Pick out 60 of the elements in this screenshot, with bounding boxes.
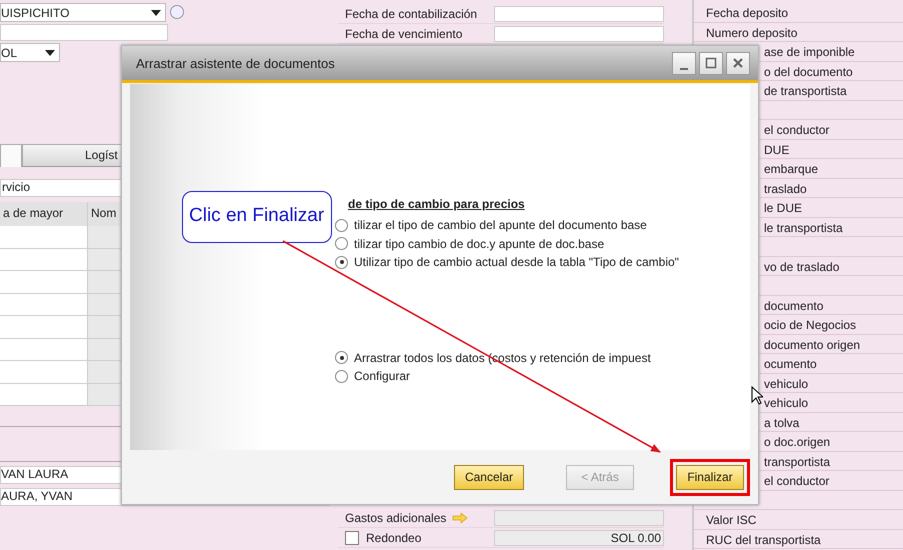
field-label: a tolva bbox=[764, 416, 800, 430]
field-label: documento origen bbox=[764, 338, 860, 352]
field-label: documento bbox=[764, 298, 824, 312]
radio-button[interactable] bbox=[335, 237, 348, 250]
field-label: Fecha deposito bbox=[706, 6, 788, 20]
minimize-icon bbox=[680, 68, 688, 70]
field-label: o del documento bbox=[764, 64, 853, 78]
radio-button[interactable] bbox=[335, 256, 348, 269]
field-label: Fecha de contabilización bbox=[344, 6, 478, 20]
tab[interactable] bbox=[0, 144, 22, 167]
field-label: le DUE bbox=[764, 201, 802, 215]
option-label: Configurar bbox=[354, 369, 410, 384]
field-label: o doc.origen bbox=[764, 435, 830, 449]
maximize-button[interactable] bbox=[699, 52, 723, 74]
partner-dropdown[interactable]: UISPICHITO bbox=[0, 3, 166, 22]
field-label: transportista bbox=[764, 454, 830, 468]
section-heading: de tipo de cambio para precios bbox=[347, 197, 526, 211]
field-label: vo de traslado bbox=[764, 260, 840, 274]
column-header: a de mayor bbox=[0, 202, 88, 226]
field-label: vehiculo bbox=[764, 396, 808, 410]
field-label: Numero deposito bbox=[706, 26, 798, 40]
window-title: Arrastrar asistente de documentos bbox=[136, 56, 335, 70]
field-label: Valor ISC bbox=[706, 513, 756, 527]
checkbox[interactable] bbox=[345, 530, 359, 544]
field-label: Gastos adicionales bbox=[344, 510, 446, 524]
link-arrow-icon[interactable] bbox=[452, 512, 468, 522]
field-label: DUE bbox=[764, 142, 790, 156]
radio-button[interactable] bbox=[335, 351, 348, 364]
radio-button[interactable] bbox=[335, 370, 348, 383]
option-label: tilizar el tipo de cambio del apunte del documento base bbox=[354, 218, 647, 232]
field-label: embarque bbox=[764, 162, 818, 176]
dialog-button[interactable]: Finalizar bbox=[676, 464, 744, 490]
date-field[interactable] bbox=[494, 26, 664, 42]
info-icon[interactable] bbox=[170, 5, 184, 19]
field-label: le transportista bbox=[764, 220, 843, 234]
field-label: vehiculo bbox=[764, 376, 808, 390]
option-label: Utilizar tipo de cambio actual desde la tabla "Tipo de cambio" bbox=[354, 255, 679, 270]
currency-dropdown[interactable]: OL bbox=[0, 43, 60, 62]
close-button[interactable] bbox=[726, 52, 750, 74]
input-field[interactable] bbox=[0, 24, 168, 41]
minimize-button[interactable] bbox=[672, 52, 696, 74]
dialog-button[interactable]: Cancelar bbox=[454, 464, 524, 490]
field-label: traslado bbox=[764, 182, 807, 196]
maximize-icon bbox=[705, 57, 717, 69]
option-label: tilizar tipo cambio de doc.y apunte de doc.base bbox=[354, 236, 604, 251]
tab[interactable]: Logíst bbox=[22, 144, 122, 166]
field-label: Fecha de vencimiento bbox=[344, 26, 464, 40]
field-label: ocio de Negocios bbox=[764, 318, 856, 332]
field-label: Redondeo bbox=[365, 530, 422, 544]
field-label: el conductor bbox=[764, 474, 830, 488]
field-label: ase de imponible bbox=[764, 45, 855, 59]
amount-field: SOL 0.00 bbox=[494, 530, 664, 546]
field-label: RUC del transportista bbox=[706, 532, 821, 546]
field-label: ocumento bbox=[764, 357, 817, 371]
field-label: el conductor bbox=[764, 123, 830, 137]
field-label: de transportista bbox=[764, 84, 847, 98]
date-field[interactable] bbox=[494, 6, 664, 22]
callout-box: Clic en Finalizar bbox=[182, 191, 332, 243]
close-icon bbox=[732, 57, 744, 69]
radio-button[interactable] bbox=[335, 218, 348, 232]
